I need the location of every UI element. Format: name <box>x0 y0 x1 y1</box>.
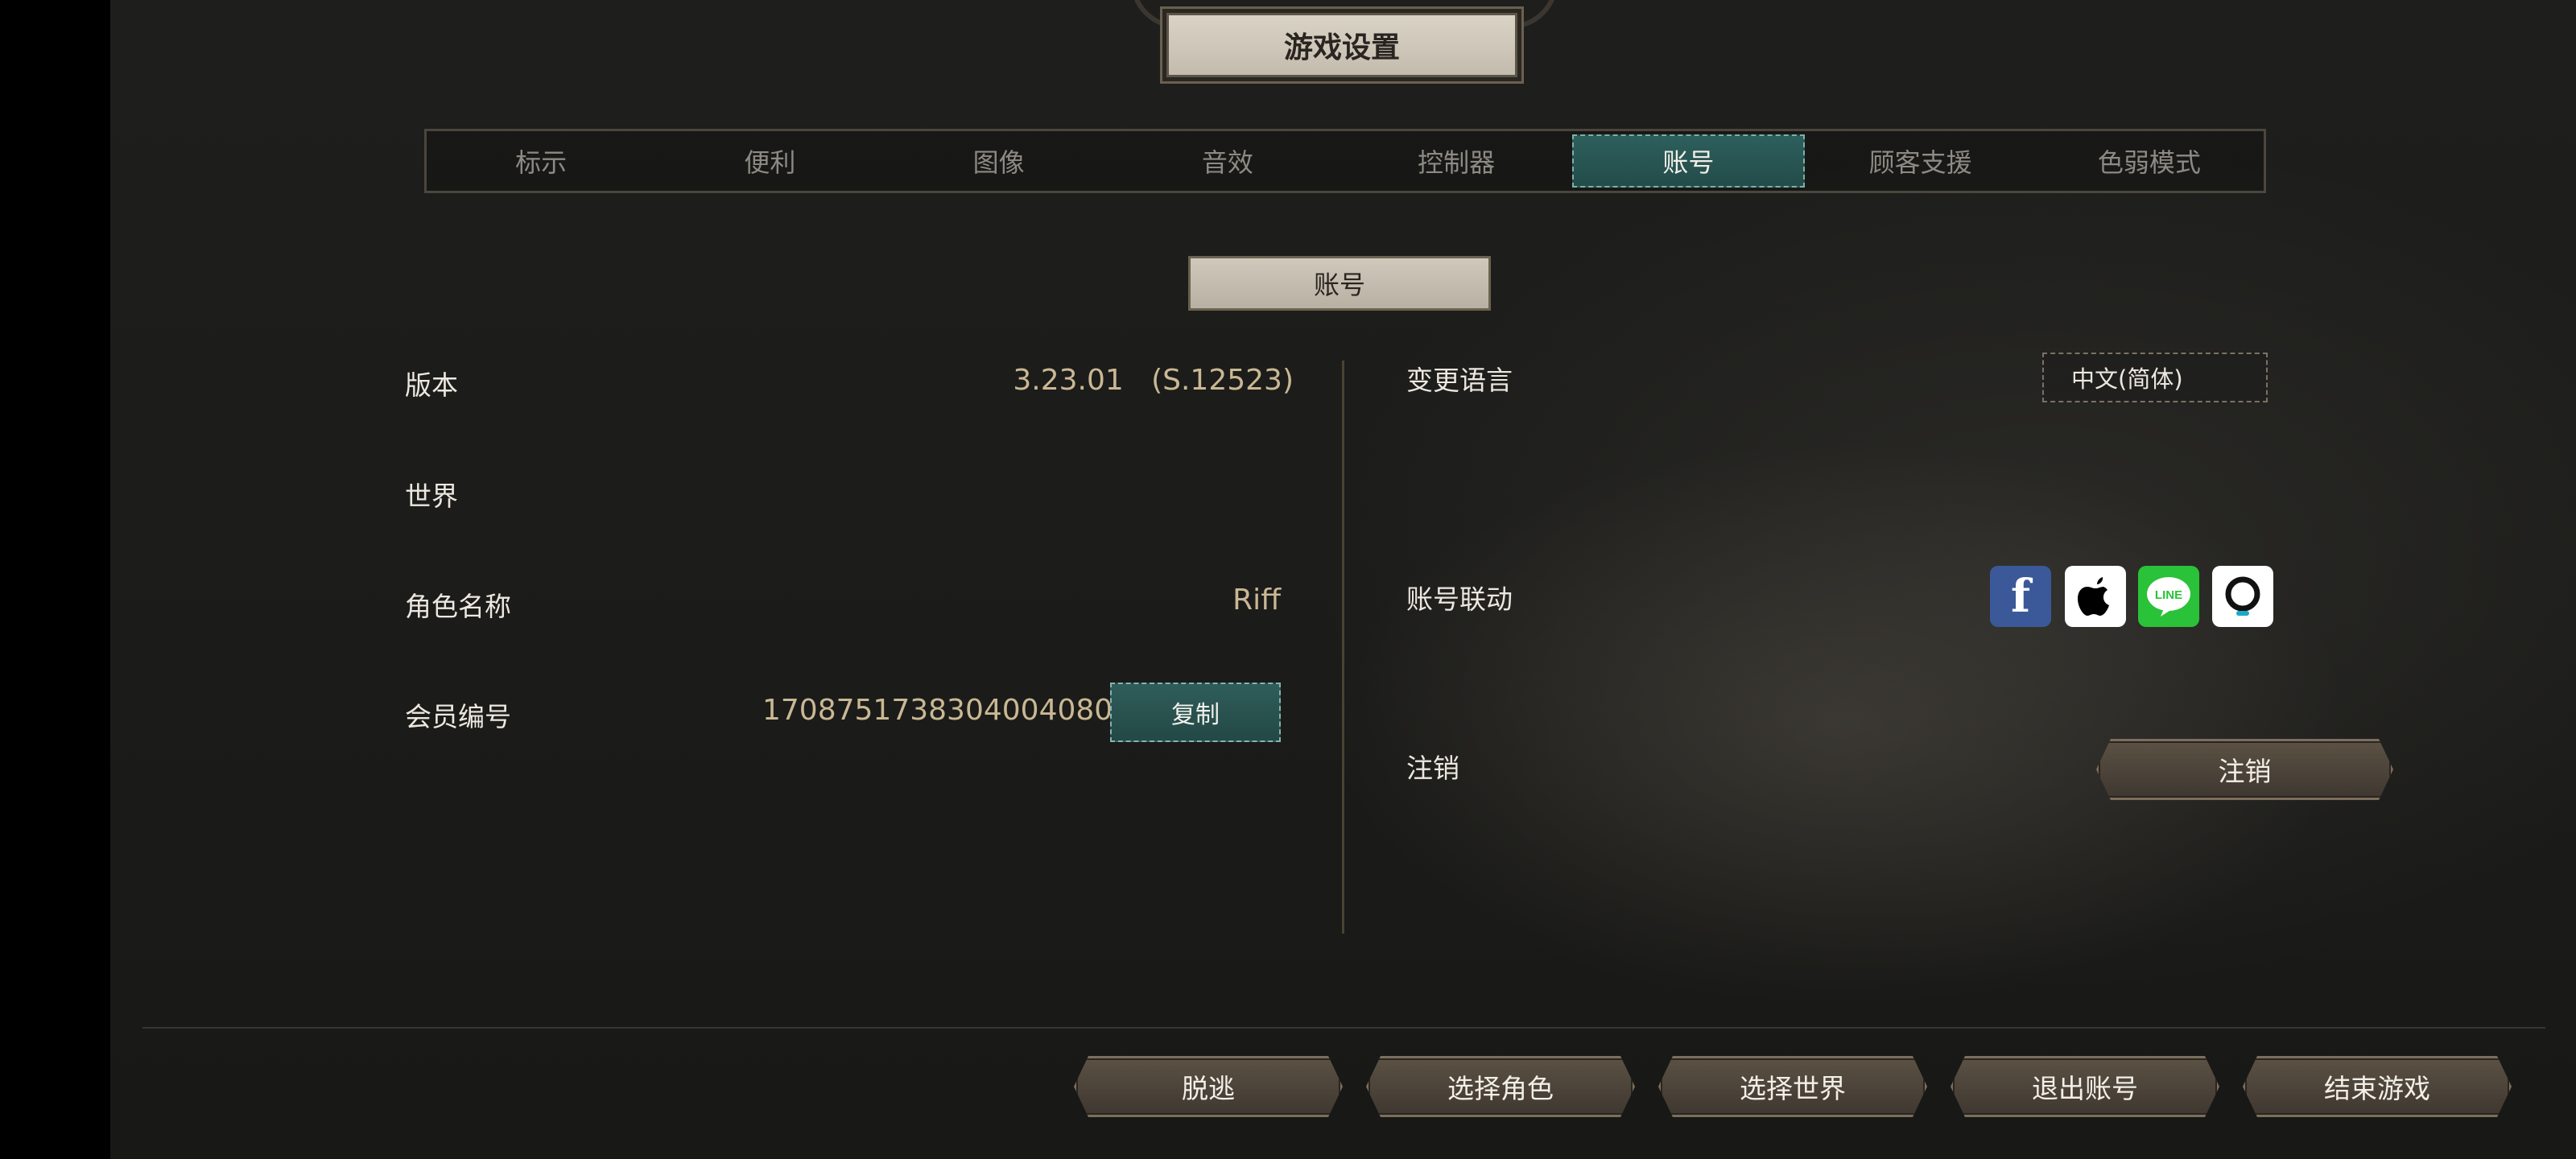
bottom-divider <box>142 1027 2545 1029</box>
other-login-button[interactable] <box>2212 566 2273 627</box>
select-world-button[interactable]: 选择世界 <box>1658 1056 1927 1117</box>
deregister-label: 注销 <box>1406 753 1459 784</box>
account-link-label: 账号联动 <box>1406 584 1513 615</box>
escape-button[interactable]: 脱逃 <box>1074 1056 1343 1117</box>
facebook-icon: f <box>2010 570 2031 623</box>
member-id-value: 1708751738304004080 <box>762 694 1113 727</box>
world-label: 世界 <box>405 481 458 512</box>
tab-customer-support[interactable]: 顾客支援 <box>1806 131 2035 191</box>
tab-graphics[interactable]: 图像 <box>885 131 1113 191</box>
apple-icon <box>2078 577 2109 616</box>
select-character-button[interactable]: 选择角色 <box>1366 1056 1635 1117</box>
section-title: 账号 <box>1188 256 1491 311</box>
page-title: 游戏设置 <box>1166 13 1517 77</box>
apple-link-button[interactable] <box>2065 566 2126 627</box>
copy-button[interactable]: 复制 <box>1110 683 1281 742</box>
end-game-button[interactable]: 结束游戏 <box>2243 1056 2512 1117</box>
line-icon-text: LINE <box>2155 588 2182 602</box>
character-name-label: 角色名称 <box>405 591 511 622</box>
settings-tabbar: 标示 便利 图像 音效 控制器 账号 顾客支援 色弱模式 <box>424 129 2266 193</box>
line-icon: LINE <box>2147 577 2190 617</box>
language-dropdown[interactable]: 中文(简体) <box>2042 353 2268 402</box>
tab-convenience[interactable]: 便利 <box>655 131 884 191</box>
other-login-icon <box>2225 576 2260 616</box>
change-language-label: 变更语言 <box>1406 365 1513 396</box>
logout-account-button[interactable]: 退出账号 <box>1951 1056 2219 1117</box>
member-id-label: 会员编号 <box>405 701 511 732</box>
tab-account[interactable]: 账号 <box>1572 134 1805 188</box>
character-name-value: Riff <box>1232 584 1281 617</box>
version-value: 3.23.01 (S.12523) <box>1013 364 1294 397</box>
tab-controller[interactable]: 控制器 <box>1342 131 1571 191</box>
tab-sound[interactable]: 音效 <box>1113 131 1342 191</box>
version-label: 版本 <box>405 369 458 401</box>
game-settings-screen: 游戏设置 标示 便利 图像 音效 控制器 账号 顾客支援 色弱模式 账号 版本 … <box>110 0 2576 1159</box>
column-divider <box>1342 361 1344 934</box>
tab-display[interactable]: 标示 <box>427 131 655 191</box>
line-link-button[interactable]: LINE <box>2138 566 2199 627</box>
facebook-link-button[interactable]: f <box>1990 566 2051 627</box>
tab-colorblind-mode[interactable]: 色弱模式 <box>2035 131 2264 191</box>
deregister-button[interactable]: 注销 <box>2096 739 2393 800</box>
